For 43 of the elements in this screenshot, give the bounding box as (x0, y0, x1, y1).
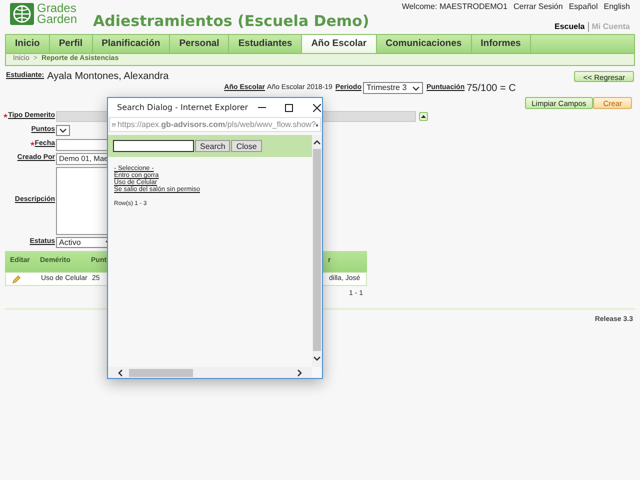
nav-tab[interactable]: Planificación (92, 35, 170, 53)
logo-text: Garden (37, 14, 78, 25)
close-icon (313, 104, 322, 112)
page-title: Adiestramientos (Escuela Demo) (93, 11, 370, 30)
maximize-icon (284, 104, 293, 112)
dialog-close-button[interactable]: Close (231, 140, 262, 152)
score-value: 75/100 = C (466, 82, 516, 96)
window-title: Search Dialog - Internet Explorer (117, 102, 248, 114)
search-button[interactable]: Search (195, 140, 230, 152)
search-field[interactable] (113, 140, 194, 152)
nav-tab[interactable]: Año Escolar (302, 35, 377, 53)
globe-logo-icon (10, 3, 34, 25)
scrollbar-thumb[interactable] (313, 149, 321, 351)
url-text: https://apex.gb-advisors.com/pls/web/wwv_flow.show? (118, 118, 316, 130)
horizontal-scrollbar[interactable] (108, 367, 312, 378)
scroll-right-icon (297, 368, 303, 376)
scrollbar-thumb[interactable] (129, 368, 193, 376)
vertical-scrollbar[interactable] (312, 135, 322, 367)
header-link[interactable]: English (604, 1, 630, 13)
nav-tab[interactable]: Inicio (6, 35, 50, 53)
lock-icon (316, 120, 318, 128)
logo-text: Grades (37, 3, 78, 14)
context-link[interactable]: Escuela (554, 21, 585, 33)
scroll-left-icon (117, 368, 123, 376)
welcome-text: Welcome: MAESTRODEMO1 (402, 1, 508, 13)
caret-icon (412, 86, 420, 90)
scroll-down-icon (313, 356, 321, 362)
pencil-icon[interactable] (12, 274, 21, 284)
page-icon (112, 120, 116, 128)
nav-tab[interactable]: Perfil (50, 35, 93, 53)
nav-tab[interactable]: Personal (170, 35, 230, 53)
expand-button[interactable] (419, 112, 428, 121)
student-name: Ayala Montones, Alexandra (47, 70, 169, 84)
header-link[interactable]: Español (568, 1, 598, 13)
select-field[interactable] (56, 125, 70, 136)
period-select[interactable]: Trimestre 3 (363, 82, 424, 94)
caret-icon (59, 128, 67, 133)
scroll-up-icon (313, 139, 321, 145)
up-arrow-icon (421, 115, 426, 118)
header-link[interactable]: Cerrar Sesión (513, 1, 563, 13)
nav-tab[interactable]: Informes (472, 35, 531, 53)
minimize-icon (258, 107, 266, 108)
nav-tab[interactable]: Comunicaciones (376, 35, 472, 53)
